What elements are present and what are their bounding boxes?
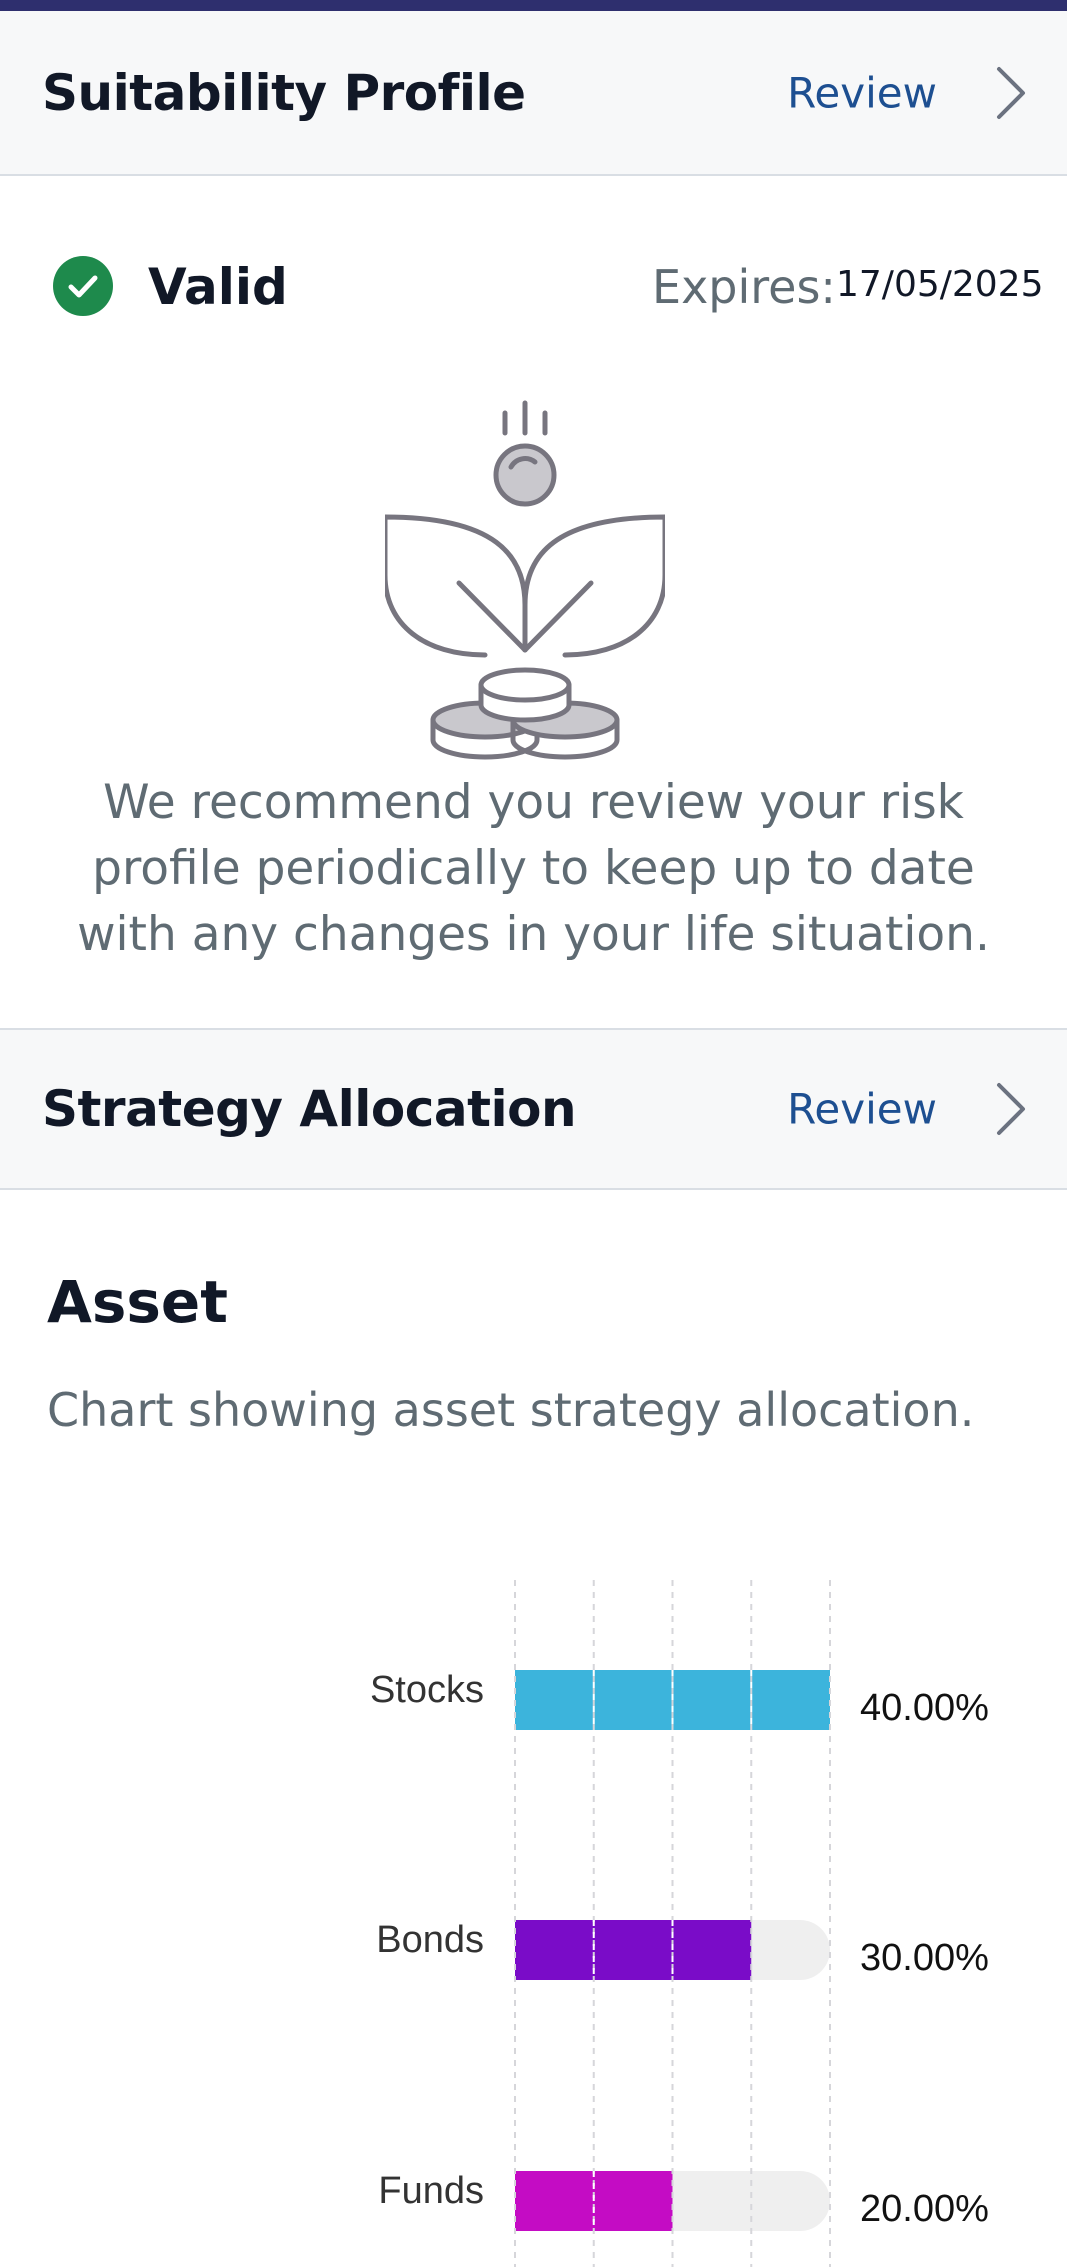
suitability-profile-title: Suitability Profile [42,63,526,122]
expires-label: Expires: [652,260,836,314]
strategy-allocation-title: Strategy Allocation [42,1080,577,1138]
category-label: Stocks [370,1669,484,1711]
recommendation-text: We recommend you review your risk profil… [77,775,990,962]
expires-date: 17/05/2025 [836,264,1044,305]
plant-coins-illustration [385,400,665,760]
value-label: 20.00% [860,2188,989,2230]
chevron-right-icon[interactable] [993,65,1029,121]
asset-allocation-chart: Stocks 40.00% Bonds 30.00% Funds 20.00% [370,1580,989,2267]
status-valid-text: Valid [148,258,288,316]
asset-title: Asset [47,1268,228,1336]
check-circle-icon [53,256,113,316]
value-label: 30.00% [860,1937,989,1979]
strategy-review-link[interactable]: Review [787,1085,937,1134]
bar-bonds [515,1920,752,1980]
strategy-allocation-header[interactable]: Strategy Allocation Review [0,1028,1067,1190]
chevron-right-icon[interactable] [993,1081,1029,1137]
suitability-profile-header[interactable]: Suitability Profile Review [0,11,1067,176]
category-label: Funds [378,2170,484,2212]
suitability-review-link[interactable]: Review [787,68,937,117]
category-label: Bonds [376,1919,484,1961]
chart-description: Chart showing asset strategy allocation. [47,1383,975,1437]
top-brand-bar [0,0,1067,11]
suitability-status-row: Valid Expires: 17/05/2025 [0,240,1067,330]
value-label: 40.00% [860,1687,989,1729]
